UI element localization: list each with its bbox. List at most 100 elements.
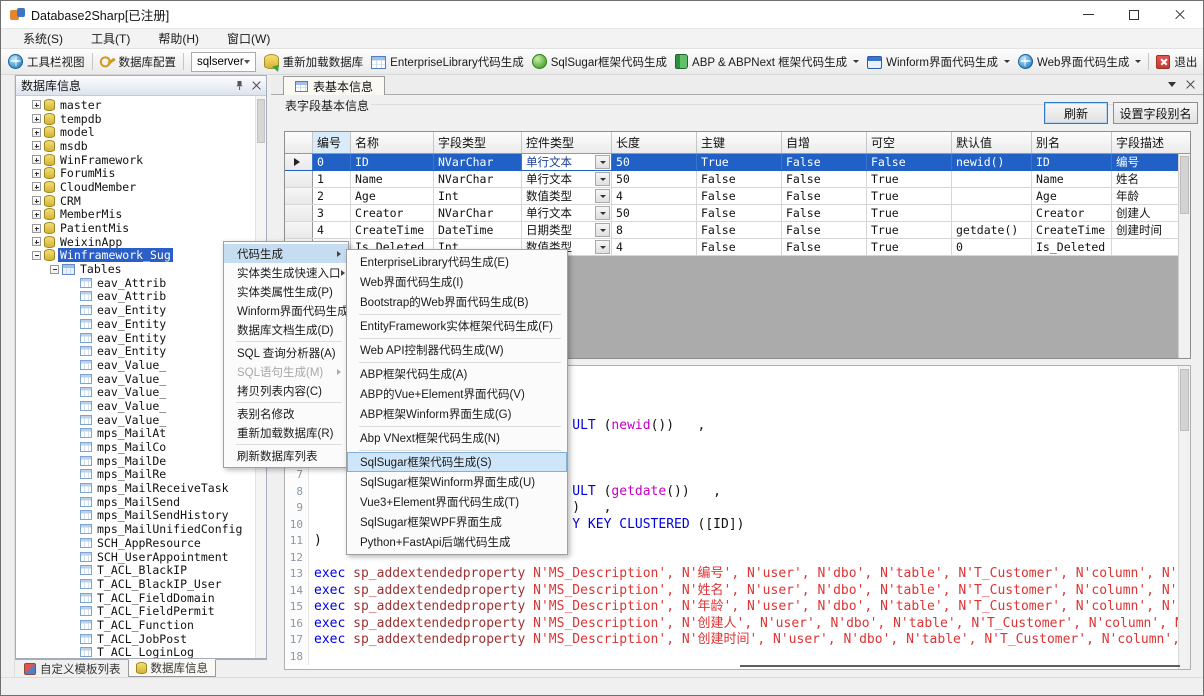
context-menu-item-10[interactable]: 表别名修改	[224, 404, 348, 423]
cell-dropdown-button[interactable]	[595, 223, 610, 237]
tree-node-database[interactable]: MemberMis	[16, 208, 266, 222]
sub-menu-item-8[interactable]: ABP框架代码生成(A)	[347, 364, 567, 384]
grid-cell[interactable]: NVarChar	[434, 154, 522, 170]
toolbar-button-0[interactable]: 工具栏视图	[4, 51, 89, 73]
tree-node-database[interactable]: msdb	[16, 139, 266, 153]
collapse-icon[interactable]	[32, 251, 41, 260]
grid-cell[interactable]: 8	[612, 222, 697, 238]
grid-row-3[interactable]: 3CreatorNVarChar单行文本50FalseFalseTrueCrea…	[285, 205, 1190, 222]
grid-cell[interactable]: 50	[612, 205, 697, 221]
panel-close-icon[interactable]	[252, 81, 261, 90]
tree-node-table[interactable]: T_ACL_BlackIP	[16, 563, 266, 577]
grid-cell[interactable]: Creator	[1032, 205, 1112, 221]
row-selector[interactable]	[285, 171, 313, 187]
context-menu-item-6[interactable]: SQL 查询分析器(A)	[224, 343, 348, 362]
cell-dropdown-button[interactable]	[595, 155, 610, 169]
sub-menu-item-2[interactable]: Bootstrap的Web界面代码生成(B)	[347, 292, 567, 312]
grid-cell[interactable]: NVarChar	[434, 171, 522, 187]
expand-icon[interactable]	[32, 100, 41, 109]
column-header-2[interactable]: 字段类型	[434, 132, 522, 153]
sub-menu-item-0[interactable]: EnterpriseLibrary代码生成(E)	[347, 252, 567, 272]
sub-menu-item-16[interactable]: Vue3+Element界面代码生成(T)	[347, 492, 567, 512]
grid-cell[interactable]: 2	[313, 188, 351, 204]
row-selector[interactable]	[285, 188, 313, 204]
column-header-1[interactable]: 名称	[351, 132, 434, 153]
toolbar-button-3[interactable]: 重新加载数据库	[260, 51, 368, 73]
menubar-item-0[interactable]: 系统(S)	[9, 29, 77, 48]
toolbar-button-4[interactable]: EnterpriseLibrary代码生成	[367, 51, 528, 73]
grid-cell[interactable]: False	[782, 188, 867, 204]
grid-cell[interactable]: 4	[612, 239, 697, 255]
grid-cell[interactable]: True	[867, 171, 952, 187]
grid-cell[interactable]: Is_Deleted	[1032, 239, 1112, 255]
panel-tab-1[interactable]: 数据库信息	[128, 659, 217, 677]
expand-icon[interactable]	[32, 128, 41, 137]
context-menu-item-0[interactable]: 代码生成	[224, 244, 348, 263]
grid-cell[interactable]: True	[867, 239, 952, 255]
pin-icon[interactable]	[234, 80, 245, 91]
grid-cell[interactable]: False	[782, 154, 867, 170]
sub-menu-item-17[interactable]: SqlSugar框架WPF界面生成	[347, 512, 567, 532]
grid-cell[interactable]: 日期类型	[522, 222, 612, 238]
tree-node-table[interactable]: mps_MailUnifiedConfig	[16, 522, 266, 536]
set-field-alias-button[interactable]: 设置字段别名	[1113, 102, 1198, 124]
row-selector[interactable]	[285, 222, 313, 238]
expand-icon[interactable]	[32, 210, 41, 219]
grid-cell[interactable]: 单行文本	[522, 154, 612, 170]
sub-menu-item-15[interactable]: SqlSugar框架Winform界面生成(U)	[347, 472, 567, 492]
cell-dropdown-button[interactable]	[595, 240, 610, 254]
expand-icon[interactable]	[32, 237, 41, 246]
tree-node-table[interactable]: T_ACL_FieldDomain	[16, 591, 266, 605]
tree-node-database[interactable]: CloudMember	[16, 180, 266, 194]
sub-menu-item-4[interactable]: EntityFramework实体框架代码生成(F)	[347, 316, 567, 336]
grid-cell[interactable]: False	[697, 188, 782, 204]
sub-menu-item-10[interactable]: ABP框架Winform界面生成(G)	[347, 404, 567, 424]
sub-menu-item-6[interactable]: Web API控制器代码生成(W)	[347, 340, 567, 360]
tab-list-dropdown-icon[interactable]	[1168, 82, 1176, 87]
grid-cell[interactable]: False	[782, 239, 867, 255]
expand-icon[interactable]	[32, 114, 41, 123]
grid-scrollbar-thumb[interactable]	[1180, 156, 1189, 214]
menubar-item-1[interactable]: 工具(T)	[77, 29, 144, 48]
cell-dropdown-button[interactable]	[595, 172, 610, 186]
context-menu-item-7[interactable]: SQL语句生成(M)	[224, 362, 348, 381]
grid-cell[interactable]	[952, 205, 1032, 221]
column-header-10[interactable]: 字段描述	[1112, 132, 1191, 153]
row-selector-header[interactable]	[285, 132, 313, 153]
grid-cell[interactable]: Age	[351, 188, 434, 204]
database-type-combobox[interactable]: sqlserver	[191, 52, 256, 72]
grid-cell[interactable]: Int	[434, 188, 522, 204]
column-header-0[interactable]: 编号	[313, 132, 351, 153]
hscrollbar-thumb[interactable]	[740, 665, 1180, 667]
tree-node-database[interactable]: PatientMis	[16, 221, 266, 235]
tree-node-table[interactable]: T_ACL_JobPost	[16, 632, 266, 646]
grid-cell[interactable]: 0	[313, 154, 351, 170]
grid-cell[interactable]: False	[697, 239, 782, 255]
tree-node-table[interactable]: T_ACL_Function	[16, 618, 266, 632]
grid-scrollbar[interactable]	[1178, 154, 1190, 358]
context-menu-item-11[interactable]: 重新加载数据库(R)	[224, 423, 348, 442]
grid-row-4[interactable]: 4CreateTimeDateTime日期类型8FalseFalseTruege…	[285, 222, 1190, 239]
context-menu-item-4[interactable]: 数据库文档生成(D)	[224, 320, 348, 339]
tree-node-table[interactable]: T_ACL_BlackIP_User	[16, 577, 266, 591]
panel-tab-0[interactable]: 自定义模板列表	[17, 660, 128, 677]
tree-node-table[interactable]: SCH_UserAppointment	[16, 550, 266, 564]
expand-icon[interactable]	[32, 182, 41, 191]
cell-dropdown-button[interactable]	[595, 189, 610, 203]
tree-node-database[interactable]: model	[16, 125, 266, 139]
toolbar-button-1[interactable]: 数据库配置	[96, 51, 181, 73]
tree-node-database[interactable]: CRM	[16, 194, 266, 208]
grid-cell[interactable]: False	[782, 205, 867, 221]
sub-menu-item-18[interactable]: Python+FastApi后端代码生成	[347, 532, 567, 552]
code-scrollbar-thumb[interactable]	[1180, 369, 1189, 431]
grid-cell[interactable]: 单行文本	[522, 171, 612, 187]
toolbar-button-6[interactable]: ABP & ABPNext 框架代码生成	[671, 51, 863, 73]
grid-cell[interactable]: Creator	[351, 205, 434, 221]
column-header-3[interactable]: 控件类型	[522, 132, 612, 153]
close-document-icon[interactable]	[1186, 80, 1195, 89]
grid-cell[interactable]: NVarChar	[434, 205, 522, 221]
grid-cell[interactable]: CreateTime	[351, 222, 434, 238]
column-header-7[interactable]: 可空	[867, 132, 952, 153]
code-scrollbar[interactable]	[1178, 366, 1190, 669]
grid-cell[interactable]: True	[867, 222, 952, 238]
